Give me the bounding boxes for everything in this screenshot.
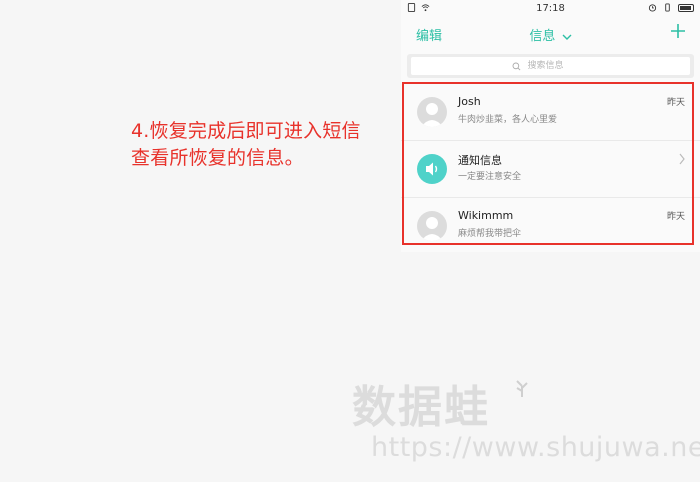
chevron-right-icon: [679, 153, 685, 165]
message-row-notification[interactable]: 通知信息 一定要注意安全: [401, 141, 700, 198]
instruction-caption: 4.恢复完成后即可进入短信 查看所恢复的信息。: [131, 118, 401, 172]
message-row-josh[interactable]: Josh 牛肉炒韭菜，各人心里爱 昨天: [401, 84, 700, 141]
chevron-down-icon: [562, 34, 572, 40]
search-field[interactable]: [411, 57, 690, 75]
person-avatar: [417, 211, 447, 241]
battery-icon: [678, 3, 694, 12]
watermark-logo: 数据蛙: [352, 382, 490, 433]
message-sender: 通知信息: [458, 154, 502, 167]
phone-screen: 17:18 编辑 信息 Josh 牛肉炒韭菜，各人心里爱 昨天: [401, 0, 700, 252]
caption-line-1: 4.恢复完成后即可进入短信: [131, 120, 361, 142]
message-preview: 麻烦帮我带把伞: [458, 229, 522, 239]
message-sender: Wikimmm: [458, 209, 514, 222]
speaker-icon: [426, 162, 438, 176]
message-date: 昨天: [666, 98, 685, 108]
notification-avatar: [417, 154, 447, 184]
message-preview: 牛肉炒韭菜，各人心里爱: [458, 115, 558, 125]
person-icon: [421, 217, 443, 241]
app-header: 编辑 信息: [401, 18, 700, 48]
page-title-label: 信息: [529, 29, 556, 44]
caption-line-2: 查看所恢复的信息。: [131, 147, 304, 169]
leaf-icon: [516, 380, 528, 397]
search-input[interactable]: [525, 60, 590, 72]
message-list: Josh 牛肉炒韭菜，各人心里爱 昨天 通知信息 一定要注意安全 Wikimmm…: [401, 84, 700, 252]
person-icon: [421, 103, 443, 127]
alarm-icon: [648, 4, 657, 12]
plus-icon[interactable]: [669, 22, 687, 40]
status-bar: 17:18: [401, 0, 700, 18]
search-bar: [407, 54, 694, 78]
message-row-wikimmm[interactable]: Wikimmm 麻烦帮我带把伞 昨天: [401, 198, 700, 252]
message-date: 昨天: [666, 212, 685, 222]
search-icon: [512, 62, 520, 70]
watermark-url: https://www.shujuwa.net: [371, 432, 700, 463]
vibrate-icon: [665, 3, 670, 12]
page-title[interactable]: 信息: [401, 25, 700, 44]
message-preview: 一定要注意安全: [458, 172, 522, 182]
person-avatar: [417, 97, 447, 127]
message-sender: Josh: [458, 95, 481, 108]
